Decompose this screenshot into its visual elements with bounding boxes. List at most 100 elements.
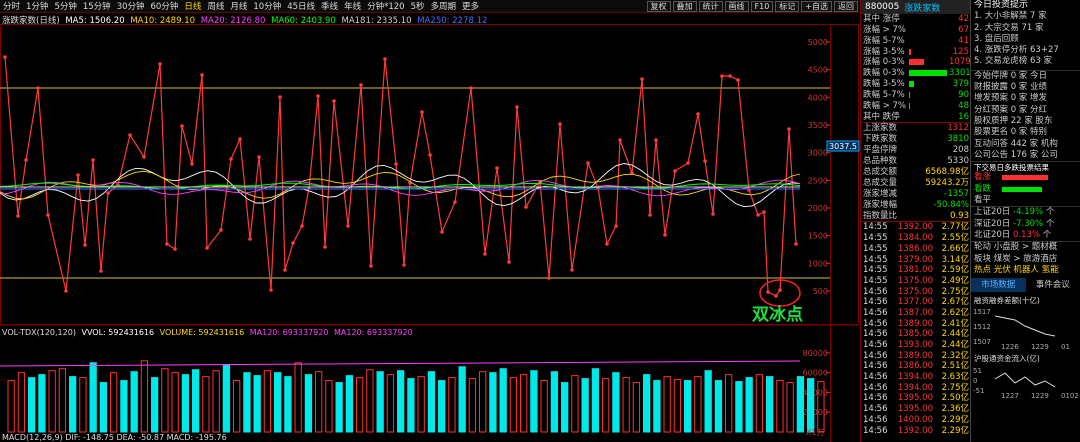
- event-line[interactable]: 财报披露 0 家 业绩: [971, 82, 1080, 93]
- mini-axis-label: 1507: [973, 338, 991, 346]
- volume-bar: [622, 377, 630, 433]
- volume-bar: [776, 380, 784, 433]
- tick-row: 14:56 1393.00 2.44亿: [861, 340, 970, 351]
- breadth-point: [369, 264, 373, 268]
- stat-value: -1357: [944, 188, 969, 199]
- hot-line[interactable]: 轮动 小盘股 > 题材概: [971, 242, 1080, 253]
- breadth-point: [766, 290, 770, 294]
- volume-bar: [489, 372, 497, 433]
- breadth-row: 涨幅 5-7% 41: [861, 36, 970, 47]
- panel-tab[interactable]: 事件会议: [1026, 278, 1080, 292]
- event-line[interactable]: 分红预案 0 家 分红: [971, 105, 1080, 116]
- stat-value: -50.84%: [933, 199, 969, 210]
- breadth-point: [3, 55, 7, 59]
- breadth-point: [346, 224, 350, 228]
- tick-value: 1386.00: [897, 361, 933, 372]
- panel-tab[interactable]: 市场数据: [971, 278, 1026, 293]
- vol-legend-ma120: MA120: 693337920: [249, 328, 329, 337]
- tick-value: 1389.00: [897, 318, 933, 329]
- tick-row: 14:55 1375.00 2.49亿: [861, 276, 970, 287]
- tip-item[interactable]: 3. 盘后回顾: [971, 34, 1080, 45]
- vol-legend-ma120b: MA120: 693337920: [334, 328, 413, 337]
- volume-bar: [202, 376, 210, 433]
- stat-row: 平盘停牌 208: [861, 145, 970, 156]
- volume-bar: [130, 371, 138, 433]
- index-tail: 个: [1045, 218, 1055, 229]
- vol-tick-label: 60000: [803, 369, 828, 378]
- breadth-point: [173, 247, 177, 251]
- breadth-row-label: 涨幅 5-7%: [863, 35, 905, 46]
- volume-bar: [786, 382, 794, 433]
- tip-item[interactable]: 2. 大宗交易 71 家: [971, 23, 1080, 34]
- tip-item[interactable]: 1. 大小非解禁 7 家: [971, 11, 1080, 22]
- mini-axis-label: 0: [973, 377, 977, 385]
- volume-bar: [735, 381, 743, 433]
- event-line[interactable]: 增发预案 0 家 增发: [971, 93, 1080, 104]
- volume-bar: [673, 379, 682, 433]
- mini-line: [994, 372, 1056, 388]
- y-tick-label: 5000: [808, 38, 828, 47]
- chart-area[interactable]: 5000 4500 4000 3500 3000 2500 2000 1500 1000 500 3…: [0, 0, 860, 442]
- y-tick-label: 1500: [808, 232, 828, 241]
- tick-amount: 2.75亿: [941, 382, 969, 393]
- tick-value: 1394.00: [897, 382, 933, 393]
- breadth-row-bar: [909, 57, 949, 68]
- breadth-point: [283, 268, 287, 272]
- tick-row: 14:55 1392.00 2.77亿: [861, 222, 970, 233]
- vote-label: 看涨: [974, 172, 992, 183]
- breadth-point: [269, 288, 273, 292]
- mini-axis-label: -51: [973, 387, 984, 395]
- tick-value: 1387.00: [897, 307, 933, 318]
- tick-value: 1393.00: [897, 340, 933, 351]
- tip-item[interactable]: 5. 交易龙虎榜 63 家: [971, 56, 1080, 67]
- hot-line[interactable]: 热点 光伏 机器人 氢能: [971, 265, 1080, 276]
- tick-amount: 2.75亿: [941, 286, 969, 297]
- breadth-point: [323, 245, 327, 249]
- breadth-point: [570, 268, 574, 272]
- volume-bar: [28, 377, 36, 433]
- breadth-point: [711, 212, 715, 216]
- mini-axis-label: 51: [973, 367, 982, 375]
- tick-time: 14:56: [863, 350, 888, 361]
- volume-bar: [714, 380, 723, 433]
- stat-row: 涨家增减 -1357: [861, 189, 970, 200]
- fund1-chart: 1517 1512 1507 1226 1229 01: [973, 308, 1070, 351]
- tip-item[interactable]: 4. 涨跌停分析 63+27: [971, 45, 1080, 56]
- y-tick-label: 500: [813, 287, 828, 296]
- mini-date-label: 1229: [1031, 343, 1049, 350]
- stat-label: 总成交量: [863, 177, 898, 188]
- breadth-row: 其中 涨停 42: [861, 14, 970, 25]
- stat-value: 3810: [947, 134, 969, 145]
- panel-code: 880005: [865, 2, 900, 12]
- event-line[interactable]: 今始停牌 0 家 今日: [971, 71, 1080, 82]
- breadth-row-label: 跌幅 0-3%: [863, 68, 905, 79]
- tick-time: 14:56: [863, 382, 888, 393]
- vol-legend: VOL-TDX(120,120) VVOL: 592431616 VOLUME:…: [2, 328, 413, 337]
- fund1-title: 融资融券差额(十亿): [974, 296, 1040, 306]
- volume-bar: [540, 380, 548, 433]
- event-line[interactable]: 公司公告 176 家 公司: [971, 150, 1080, 161]
- breadth-point: [696, 112, 700, 116]
- index-value: -7.30%: [1013, 218, 1044, 229]
- volume-bar: [79, 377, 87, 433]
- breadth-point: [402, 263, 406, 267]
- volume-bar: [509, 377, 518, 433]
- breadth-point: [238, 137, 242, 141]
- index-tail: 个: [1042, 229, 1052, 240]
- breadth-row-label: 跌幅 > 7%: [863, 100, 907, 111]
- panel-name: 涨跌家数: [904, 3, 941, 14]
- event-line[interactable]: 互动问答 442 家 机构: [971, 139, 1080, 150]
- breadth-point: [128, 133, 132, 137]
- volume-bar: [745, 377, 753, 433]
- breadth-row-value: 1079: [949, 57, 971, 68]
- breadth-row-label: 跌幅 3-5%: [863, 79, 905, 90]
- event-line[interactable]: 股权质押 22 家 股东: [971, 116, 1080, 127]
- breadth-point: [278, 95, 282, 99]
- hot-line[interactable]: 板块 煤炭 > 旅游酒店: [971, 254, 1080, 265]
- event-line[interactable]: 股票更名 0 家 特别: [971, 127, 1080, 138]
- tick-amount: 2.29亿: [941, 425, 969, 436]
- volume-bar: [520, 374, 528, 433]
- breadth-point: [394, 162, 398, 166]
- index-tail: 个: [1045, 207, 1055, 218]
- mini-date-label: 01: [1061, 343, 1070, 350]
